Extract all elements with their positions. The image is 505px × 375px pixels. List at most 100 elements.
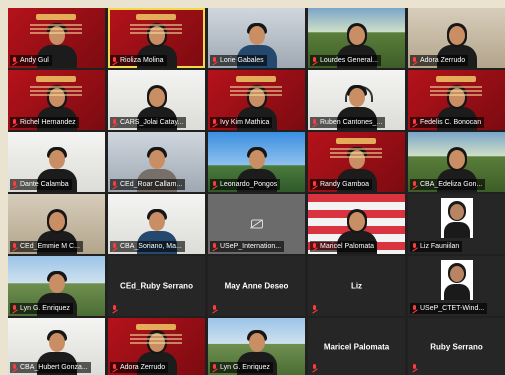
participant-tile[interactable]: Fedelis C. Bonocan [408,70,505,130]
muted-mic-icon [312,363,318,372]
participant-head [48,88,65,107]
participant-nameplate: CBA_Soriano, Ma... [110,241,185,252]
participant-head [48,26,65,45]
participant-tile[interactable]: USeP_CTET-Wind... [408,256,505,316]
participant-head [148,333,165,352]
participant-name: Rioliza Molina [120,57,164,64]
participant-name: Ruben Cantones_... [320,119,383,126]
participant-name: Lyn G. Enriquez [20,305,70,312]
participant-head [248,26,265,45]
participant-head [248,150,265,169]
muted-mic-icon [12,180,18,189]
participant-name: Dante Calamba [20,181,69,188]
participant-head [48,212,65,231]
participant-head [348,212,365,231]
participant-nameplate: Dante Calamba [10,179,72,190]
participant-tile[interactable]: CBA_Soriano, Ma... [108,194,205,254]
participant-name: CBA_Edeliza Gon... [420,181,483,188]
participant-name: Lourdes General... [320,57,378,64]
participant-nameplate: Lorie Gabales [210,55,267,66]
muted-mic-icon [112,363,118,372]
participant-head [48,150,65,169]
participant-nameplate: Leonardo_Pongos [210,179,281,190]
profile-head [449,266,464,282]
participant-nameplate: Maricel Palomata [310,241,378,252]
muted-mic-icon [312,56,318,65]
muted-mic-icon [12,304,18,313]
participant-tile[interactable]: Ivy Kim Mathica [208,70,305,130]
participant-tile[interactable]: Lourdes General... [308,8,405,68]
participant-tile[interactable]: Adora Zerrudo [108,318,205,375]
profile-photo [440,198,473,238]
participant-nameplate: USeP_CTET-Wind... [410,303,488,314]
participant-name: Liz Fauniilan [420,243,460,250]
participant-tile[interactable]: Lyn G. Enriquez [8,256,105,316]
participant-tile[interactable]: CARS_Jolai Catay... [108,70,205,130]
participant-tile[interactable]: Randy Gamboa [308,132,405,192]
participant-tile[interactable]: Dante Calamba [8,132,105,192]
participant-nameplate: CEd_Emmie M C... [10,241,83,252]
participant-head [148,26,165,45]
muted-mic-icon [112,56,118,65]
participant-name: CBA_Hubert Gonza... [20,364,88,371]
participant-nameplate: Adora Zerrudo [110,362,169,373]
muted-mic-icon [12,118,18,127]
participant-center-name: May Anne Deseo [224,281,289,291]
participant-name: Randy Gamboa [320,181,370,188]
muted-mic-icon [412,56,418,65]
participant-tile[interactable]: CEd_Emmie M C... [8,194,105,254]
muted-mic-icon [112,118,118,127]
muted-mic-icon [212,242,218,251]
profile-photo [440,260,473,300]
participant-nameplate [110,303,121,314]
muted-mic-icon [212,363,218,372]
participant-tile[interactable]: Ruby Serrano [408,318,505,375]
participant-tile[interactable]: USeP_Internation... [208,194,305,254]
participant-name: CEd_Emmie M C... [20,243,80,250]
participant-tile[interactable]: CBA_Edeliza Gon... [408,132,505,192]
participant-nameplate: Andy Gul [10,55,52,66]
muted-mic-icon [312,304,318,313]
participant-name: Adora Zerrudo [120,364,166,371]
participant-tile[interactable]: Maricel Palomata [308,318,405,375]
participant-head [248,88,265,107]
muted-mic-icon [212,118,218,127]
participant-tile[interactable]: Adora Zerrudo [408,8,505,68]
participant-tile[interactable]: Ruben Cantones_... [308,70,405,130]
participant-tile[interactable]: Rioliza Molina [108,8,205,68]
muted-mic-icon [412,304,418,313]
muted-mic-icon [12,56,18,65]
participant-head [448,26,465,45]
participant-tile[interactable]: Andy Gul [8,8,105,68]
participant-nameplate: Lyn G. Enriquez [210,362,273,373]
participant-tile[interactable]: May Anne Deseo [208,256,305,316]
profile-body [443,284,470,300]
participant-tile[interactable]: Lorie Gabales [208,8,305,68]
participant-nameplate [210,303,221,314]
participant-tile[interactable]: Richel Hernandez [8,70,105,130]
muted-mic-icon [212,304,218,313]
participant-name: Fedelis C. Bonocan [420,119,482,126]
participant-tile[interactable]: Leonardo_Pongos [208,132,305,192]
participant-hair [46,23,67,34]
participant-head [148,88,165,107]
muted-mic-icon [312,242,318,251]
participant-nameplate [410,362,421,373]
muted-mic-icon [112,180,118,189]
participant-tile[interactable]: Maricel Palomata [308,194,405,254]
muted-mic-icon [412,242,418,251]
participant-name: Richel Hernandez [20,119,76,126]
participant-nameplate: Fedelis C. Bonocan [410,117,485,128]
participant-tile[interactable]: Lyn G. Enriquez [208,318,305,375]
participant-tile[interactable]: CEd_Ruby Serrano [108,256,205,316]
participant-nameplate: Richel Hernandez [10,117,79,128]
participant-head [348,26,365,45]
participant-tile[interactable]: Liz [308,256,405,316]
profile-body [443,222,470,238]
participant-nameplate: Lyn G. Enriquez [10,303,73,314]
participant-nameplate [310,303,321,314]
participant-name: USeP_Internation... [220,243,282,250]
participant-tile[interactable]: Liz Fauniilan [408,194,505,254]
participant-tile[interactable]: CEd_Roar Callam... [108,132,205,192]
participant-tile[interactable]: CBA_Hubert Gonza... [8,318,105,375]
